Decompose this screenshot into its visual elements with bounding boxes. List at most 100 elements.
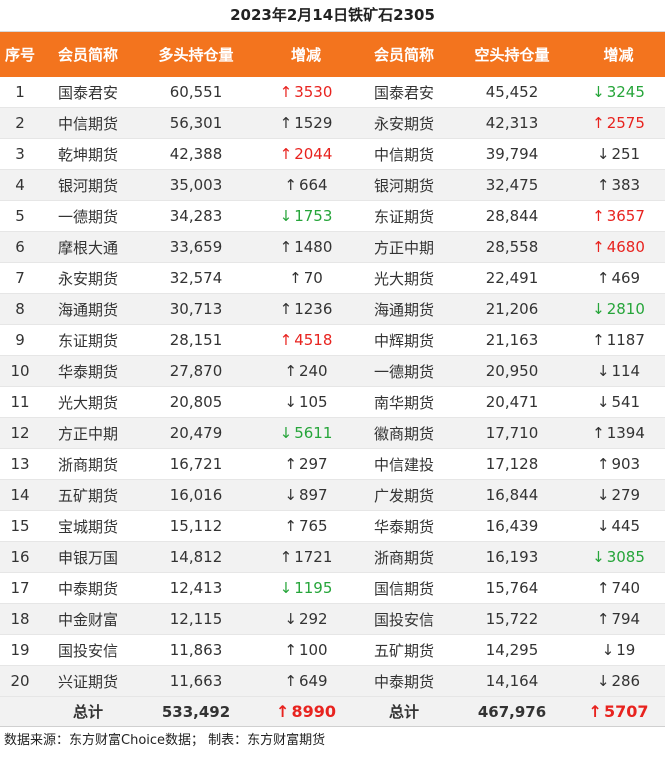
table-row: 10 华泰期货 27,870 ↑ 240 一德期货 20,950 ↓ 114 xyxy=(0,355,665,387)
long-change-cell: ↑ 1236 xyxy=(256,293,356,325)
table-row: 15 宝城期货 15,112 ↑ 765 华泰期货 16,439 ↓ 445 xyxy=(0,510,665,542)
short-member-cell: 一德期货 xyxy=(356,355,452,387)
short-position-cell: 14,295 xyxy=(452,634,572,666)
rank-cell: 14 xyxy=(0,479,40,511)
short-change-cell: ↓ 19 xyxy=(572,634,665,666)
long-change-cell: ↑ 240 xyxy=(256,355,356,387)
change-value: 541 xyxy=(611,393,641,411)
short-position-cell: 22,491 xyxy=(452,262,572,294)
total-short-position: 467,976 xyxy=(452,696,572,727)
long-change-cell: ↑ 2044 xyxy=(256,138,356,170)
long-member-cell: 五矿期货 xyxy=(40,479,136,511)
table-row: 7 永安期货 32,574 ↑ 70 光大期货 22,491 ↑ 469 xyxy=(0,262,665,294)
change-value: 1480 xyxy=(294,238,333,256)
header-short-position: 空头持仓量 xyxy=(452,32,572,77)
table-row: 1 国泰君安 60,551 ↑ 3530 国泰君安 45,452 ↓ 3245 xyxy=(0,77,665,108)
long-position-cell: 15,112 xyxy=(136,510,256,542)
source-footer: 数据来源：东方财富Choice数据； 制表：东方财富期货 xyxy=(4,733,326,748)
rank-cell: 19 xyxy=(0,634,40,666)
long-member-cell: 一德期货 xyxy=(40,200,136,232)
change-value: 383 xyxy=(611,176,641,194)
short-member-cell: 中信期货 xyxy=(356,138,452,170)
change-value: 2575 xyxy=(606,114,645,132)
short-change-cell: ↑ 383 xyxy=(572,169,665,201)
table-total: 总计 533,492 ↑ 8990 总计 467,976 ↑ 5707 xyxy=(0,696,665,727)
arrow-up-icon: ↑ xyxy=(284,362,297,380)
table-body: 1 国泰君安 60,551 ↑ 3530 国泰君安 45,452 ↓ 3245 2 中信期货 56,3… xyxy=(0,77,665,697)
arrow-up-icon: ↑ xyxy=(588,702,602,721)
long-member-cell: 中信期货 xyxy=(40,107,136,139)
change-value: 251 xyxy=(611,145,641,163)
change-value: 445 xyxy=(611,517,641,535)
arrow-down-icon: ↓ xyxy=(596,672,610,690)
change-value: 794 xyxy=(611,610,641,628)
long-change-cell: ↑ 3530 xyxy=(256,77,356,108)
long-change-cell: ↑ 649 xyxy=(256,665,356,697)
short-member-cell: 华泰期货 xyxy=(356,510,452,542)
long-position-cell: 32,574 xyxy=(136,262,256,294)
change-value: 240 xyxy=(298,362,328,380)
long-position-cell: 12,115 xyxy=(136,603,256,635)
long-position-cell: 28,151 xyxy=(136,324,256,356)
header-short-change: 增减 xyxy=(572,32,665,77)
change-value: 765 xyxy=(298,517,328,535)
rank-cell: 1 xyxy=(0,77,40,108)
change-value: 4518 xyxy=(294,331,333,349)
rank-cell: 3 xyxy=(0,138,40,170)
short-member-cell: 徽商期货 xyxy=(356,417,452,449)
rank-cell: 17 xyxy=(0,572,40,604)
short-member-cell: 五矿期货 xyxy=(356,634,452,666)
long-position-cell: 56,301 xyxy=(136,107,256,139)
long-position-cell: 30,713 xyxy=(136,293,256,325)
change-value: 740 xyxy=(611,579,641,597)
short-position-cell: 16,439 xyxy=(452,510,572,542)
total-short-change: ↑ 5707 xyxy=(572,696,665,727)
long-change-cell: ↑ 1721 xyxy=(256,541,356,573)
long-change-cell: ↓ 5611 xyxy=(256,417,356,449)
long-change-cell: ↑ 70 xyxy=(256,262,356,294)
long-member-cell: 方正中期 xyxy=(40,417,136,449)
long-change-cell: ↑ 1480 xyxy=(256,231,356,263)
long-position-cell: 42,388 xyxy=(136,138,256,170)
long-member-cell: 中金财富 xyxy=(40,603,136,635)
arrow-up-icon: ↑ xyxy=(592,114,605,132)
header-rank: 序号 xyxy=(0,32,40,77)
long-change-cell: ↑ 297 xyxy=(256,448,356,480)
change-value: 297 xyxy=(298,455,328,473)
long-position-cell: 33,659 xyxy=(136,231,256,263)
change-value: 3245 xyxy=(606,83,645,101)
arrow-up-icon: ↑ xyxy=(596,579,610,597)
long-position-cell: 20,805 xyxy=(136,386,256,418)
long-change-cell: ↑ 4518 xyxy=(256,324,356,356)
rank-cell: 12 xyxy=(0,417,40,449)
rank-cell: 16 xyxy=(0,541,40,573)
table-row: 2 中信期货 56,301 ↑ 1529 永安期货 42,313 ↑ 2575 xyxy=(0,107,665,139)
table-row: 11 光大期货 20,805 ↓ 105 南华期货 20,471 ↓ 541 xyxy=(0,386,665,418)
short-member-cell: 光大期货 xyxy=(356,262,452,294)
position-ranking-table: 序号 会员简称 多头持仓量 增减 会员简称 空头持仓量 增减 1 国泰君安 60,5… xyxy=(0,32,665,727)
short-position-cell: 16,844 xyxy=(452,479,572,511)
table-row: 17 中泰期货 12,413 ↓ 1195 国信期货 15,764 ↑ 740 xyxy=(0,572,665,604)
rank-cell: 11 xyxy=(0,386,40,418)
rank-cell: 6 xyxy=(0,231,40,263)
arrow-up-icon: ↑ xyxy=(279,83,293,101)
short-position-cell: 15,764 xyxy=(452,572,572,604)
arrow-up-icon: ↑ xyxy=(596,176,610,194)
short-position-cell: 16,193 xyxy=(452,541,572,573)
short-position-cell: 32,475 xyxy=(452,169,572,201)
change-value: 8990 xyxy=(291,702,336,721)
short-member-cell: 南华期货 xyxy=(356,386,452,418)
total-short-label: 总计 xyxy=(356,696,452,727)
arrow-up-icon: ↑ xyxy=(279,548,293,566)
short-position-cell: 20,471 xyxy=(452,386,572,418)
short-change-cell: ↓ 114 xyxy=(572,355,665,387)
change-value: 70 xyxy=(303,269,323,287)
long-position-cell: 20,479 xyxy=(136,417,256,449)
short-change-cell: ↑ 1394 xyxy=(572,417,665,449)
change-value: 3085 xyxy=(606,548,645,566)
arrow-up-icon: ↑ xyxy=(592,424,605,442)
short-member-cell: 永安期货 xyxy=(356,107,452,139)
table-row: 4 银河期货 35,003 ↑ 664 银河期货 32,475 ↑ 383 xyxy=(0,169,665,201)
long-member-cell: 永安期货 xyxy=(40,262,136,294)
table-row: 13 浙商期货 16,721 ↑ 297 中信建投 17,128 ↑ 903 xyxy=(0,448,665,480)
